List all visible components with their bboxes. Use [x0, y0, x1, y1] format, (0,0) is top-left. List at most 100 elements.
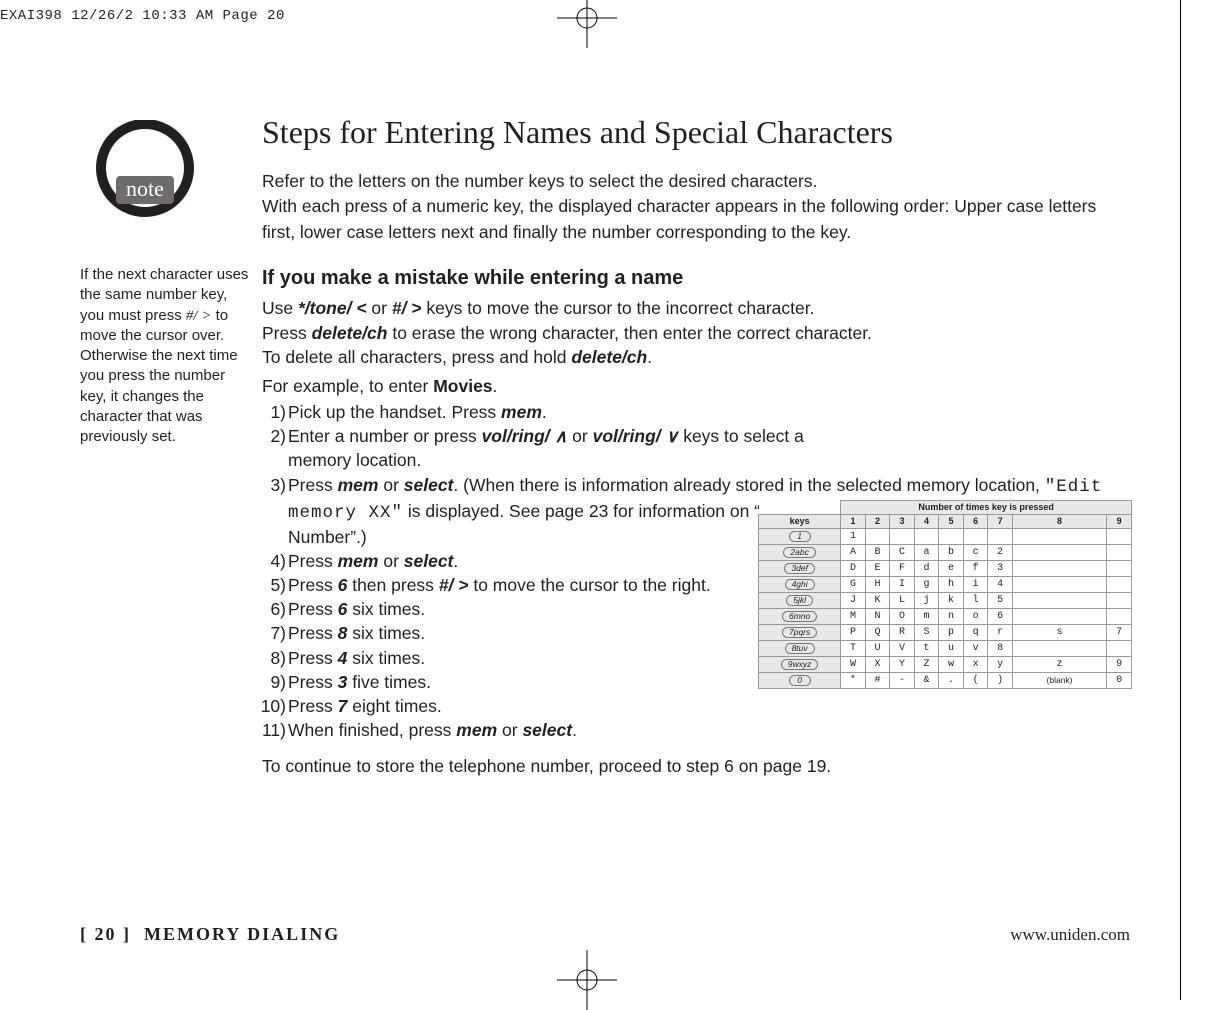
- char-cell: [865, 529, 890, 545]
- char-cell: 6: [988, 609, 1013, 625]
- table-row: 6mnoMNOmno6: [759, 609, 1132, 625]
- mistake-3a: To delete all characters, press and hold: [262, 347, 571, 367]
- hash-key: #/ >: [392, 298, 422, 318]
- mistake-3b: .: [647, 347, 652, 367]
- char-cell: 0: [1107, 673, 1132, 689]
- table-header-col: 9: [1107, 515, 1132, 529]
- step-item: 9)Press 3 five times.: [288, 670, 822, 694]
- char-cell: w: [939, 657, 964, 673]
- char-cell: j: [914, 593, 939, 609]
- char-cell: A: [841, 545, 866, 561]
- char-cell: &: [914, 673, 939, 689]
- table-row: 9wxyzWXYZwxyz9: [759, 657, 1132, 673]
- char-cell: O: [890, 609, 915, 625]
- table-header-col: 2: [865, 515, 890, 529]
- char-cell: Y: [890, 657, 915, 673]
- char-cell: s: [1012, 625, 1106, 641]
- char-cell: V: [890, 641, 915, 657]
- imposition-header: EXAI398 12/26/2 10:33 AM Page 20: [0, 8, 285, 24]
- char-cell: [963, 529, 988, 545]
- keycap-cell: 7pqrs: [759, 625, 841, 641]
- mistake-2b: to erase the wrong character, then enter…: [387, 323, 871, 343]
- char-cell: [914, 529, 939, 545]
- keycap-cell: 9wxyz: [759, 657, 841, 673]
- keycap-cell: 3def: [759, 561, 841, 577]
- table-row: 0*#-&.()(blank)0: [759, 673, 1132, 689]
- step-number: 1): [258, 400, 286, 424]
- step-item: 6)Press 6 six times.: [288, 597, 822, 621]
- char-cell: L: [890, 593, 915, 609]
- table-row: 5jklJKLjkl5: [759, 593, 1132, 609]
- char-cell: d: [914, 561, 939, 577]
- char-cell: [1012, 529, 1106, 545]
- delete-ch-key-1: delete/ch: [312, 323, 388, 343]
- char-cell: (: [963, 673, 988, 689]
- footer-left: [ 20 ] MEMORY DIALING: [80, 924, 340, 945]
- char-cell: K: [865, 593, 890, 609]
- char-cell: J: [841, 593, 866, 609]
- registration-mark-bottom-icon: [557, 950, 617, 1010]
- char-cell: M: [841, 609, 866, 625]
- char-cell: [1107, 641, 1132, 657]
- char-cell: l: [963, 593, 988, 609]
- char-cell: [1107, 529, 1132, 545]
- table-header-col: 1: [841, 515, 866, 529]
- mistake-subhead: If you make a mistake while entering a n…: [262, 267, 1132, 290]
- char-cell: #: [865, 673, 890, 689]
- char-cell: .: [939, 673, 964, 689]
- registration-mark-top-icon: [557, 0, 617, 48]
- char-cell: [1012, 641, 1106, 657]
- char-cell: 8: [988, 641, 1013, 657]
- step-text: Press 6 six times.: [288, 599, 425, 619]
- mistake-1b: or: [367, 298, 392, 318]
- example-word: Movies: [433, 376, 492, 396]
- char-cell: y: [988, 657, 1013, 673]
- example-lead: For example, to enter Movies.: [262, 374, 1132, 399]
- char-cell: [1107, 561, 1132, 577]
- char-cell: C: [890, 545, 915, 561]
- keycap-cell: 2abc: [759, 545, 841, 561]
- step-text: Press 8 six times.: [288, 623, 425, 643]
- char-cell: p: [939, 625, 964, 641]
- after-steps-note: To continue to store the telephone numbe…: [262, 756, 1132, 777]
- mistake-paragraph: Use */tone/ < or #/ > keys to move the c…: [262, 296, 1132, 370]
- step-item: 5)Press 6 then press #/ > to move the cu…: [288, 573, 822, 597]
- table-header-span: Number of times key is pressed: [841, 501, 1132, 515]
- char-cell: [1012, 593, 1106, 609]
- table-header-col: 6: [963, 515, 988, 529]
- step-text: Press mem or select.: [288, 551, 458, 571]
- char-cell: f: [963, 561, 988, 577]
- char-cell: (blank): [1012, 673, 1106, 689]
- char-cell: X: [865, 657, 890, 673]
- table-header-col: 8: [1012, 515, 1106, 529]
- step-number: 10): [258, 694, 286, 718]
- char-cell: [1012, 577, 1106, 593]
- step-text: Press 4 six times.: [288, 648, 425, 668]
- example-lead-b: .: [493, 376, 498, 396]
- char-cell: [1107, 609, 1132, 625]
- char-cell: 9: [1107, 657, 1132, 673]
- table-row: 11: [759, 529, 1132, 545]
- keycap-cell: 0: [759, 673, 841, 689]
- table-row: 2abcABCabc2: [759, 545, 1132, 561]
- step-number: 4): [258, 549, 286, 573]
- sidebar-note: note If the next character uses the same…: [80, 120, 250, 447]
- char-cell: W: [841, 657, 866, 673]
- char-cell: N: [865, 609, 890, 625]
- delete-ch-key-2: delete/ch: [571, 347, 647, 367]
- char-cell: [1107, 593, 1132, 609]
- char-cell: Z: [914, 657, 939, 673]
- char-cell: x: [963, 657, 988, 673]
- char-cell: -: [890, 673, 915, 689]
- char-cell: E: [865, 561, 890, 577]
- step-item: 11)When finished, press mem or select.: [288, 718, 822, 742]
- char-cell: [1012, 609, 1106, 625]
- char-cell: n: [939, 609, 964, 625]
- footer-section: MEMORY DIALING: [144, 924, 340, 944]
- note-hash-key: #/ >: [186, 308, 212, 324]
- svg-text:note: note: [126, 176, 164, 201]
- char-cell: e: [939, 561, 964, 577]
- page-title: Steps for Entering Names and Special Cha…: [262, 114, 1132, 151]
- char-cell: 3: [988, 561, 1013, 577]
- char-cell: F: [890, 561, 915, 577]
